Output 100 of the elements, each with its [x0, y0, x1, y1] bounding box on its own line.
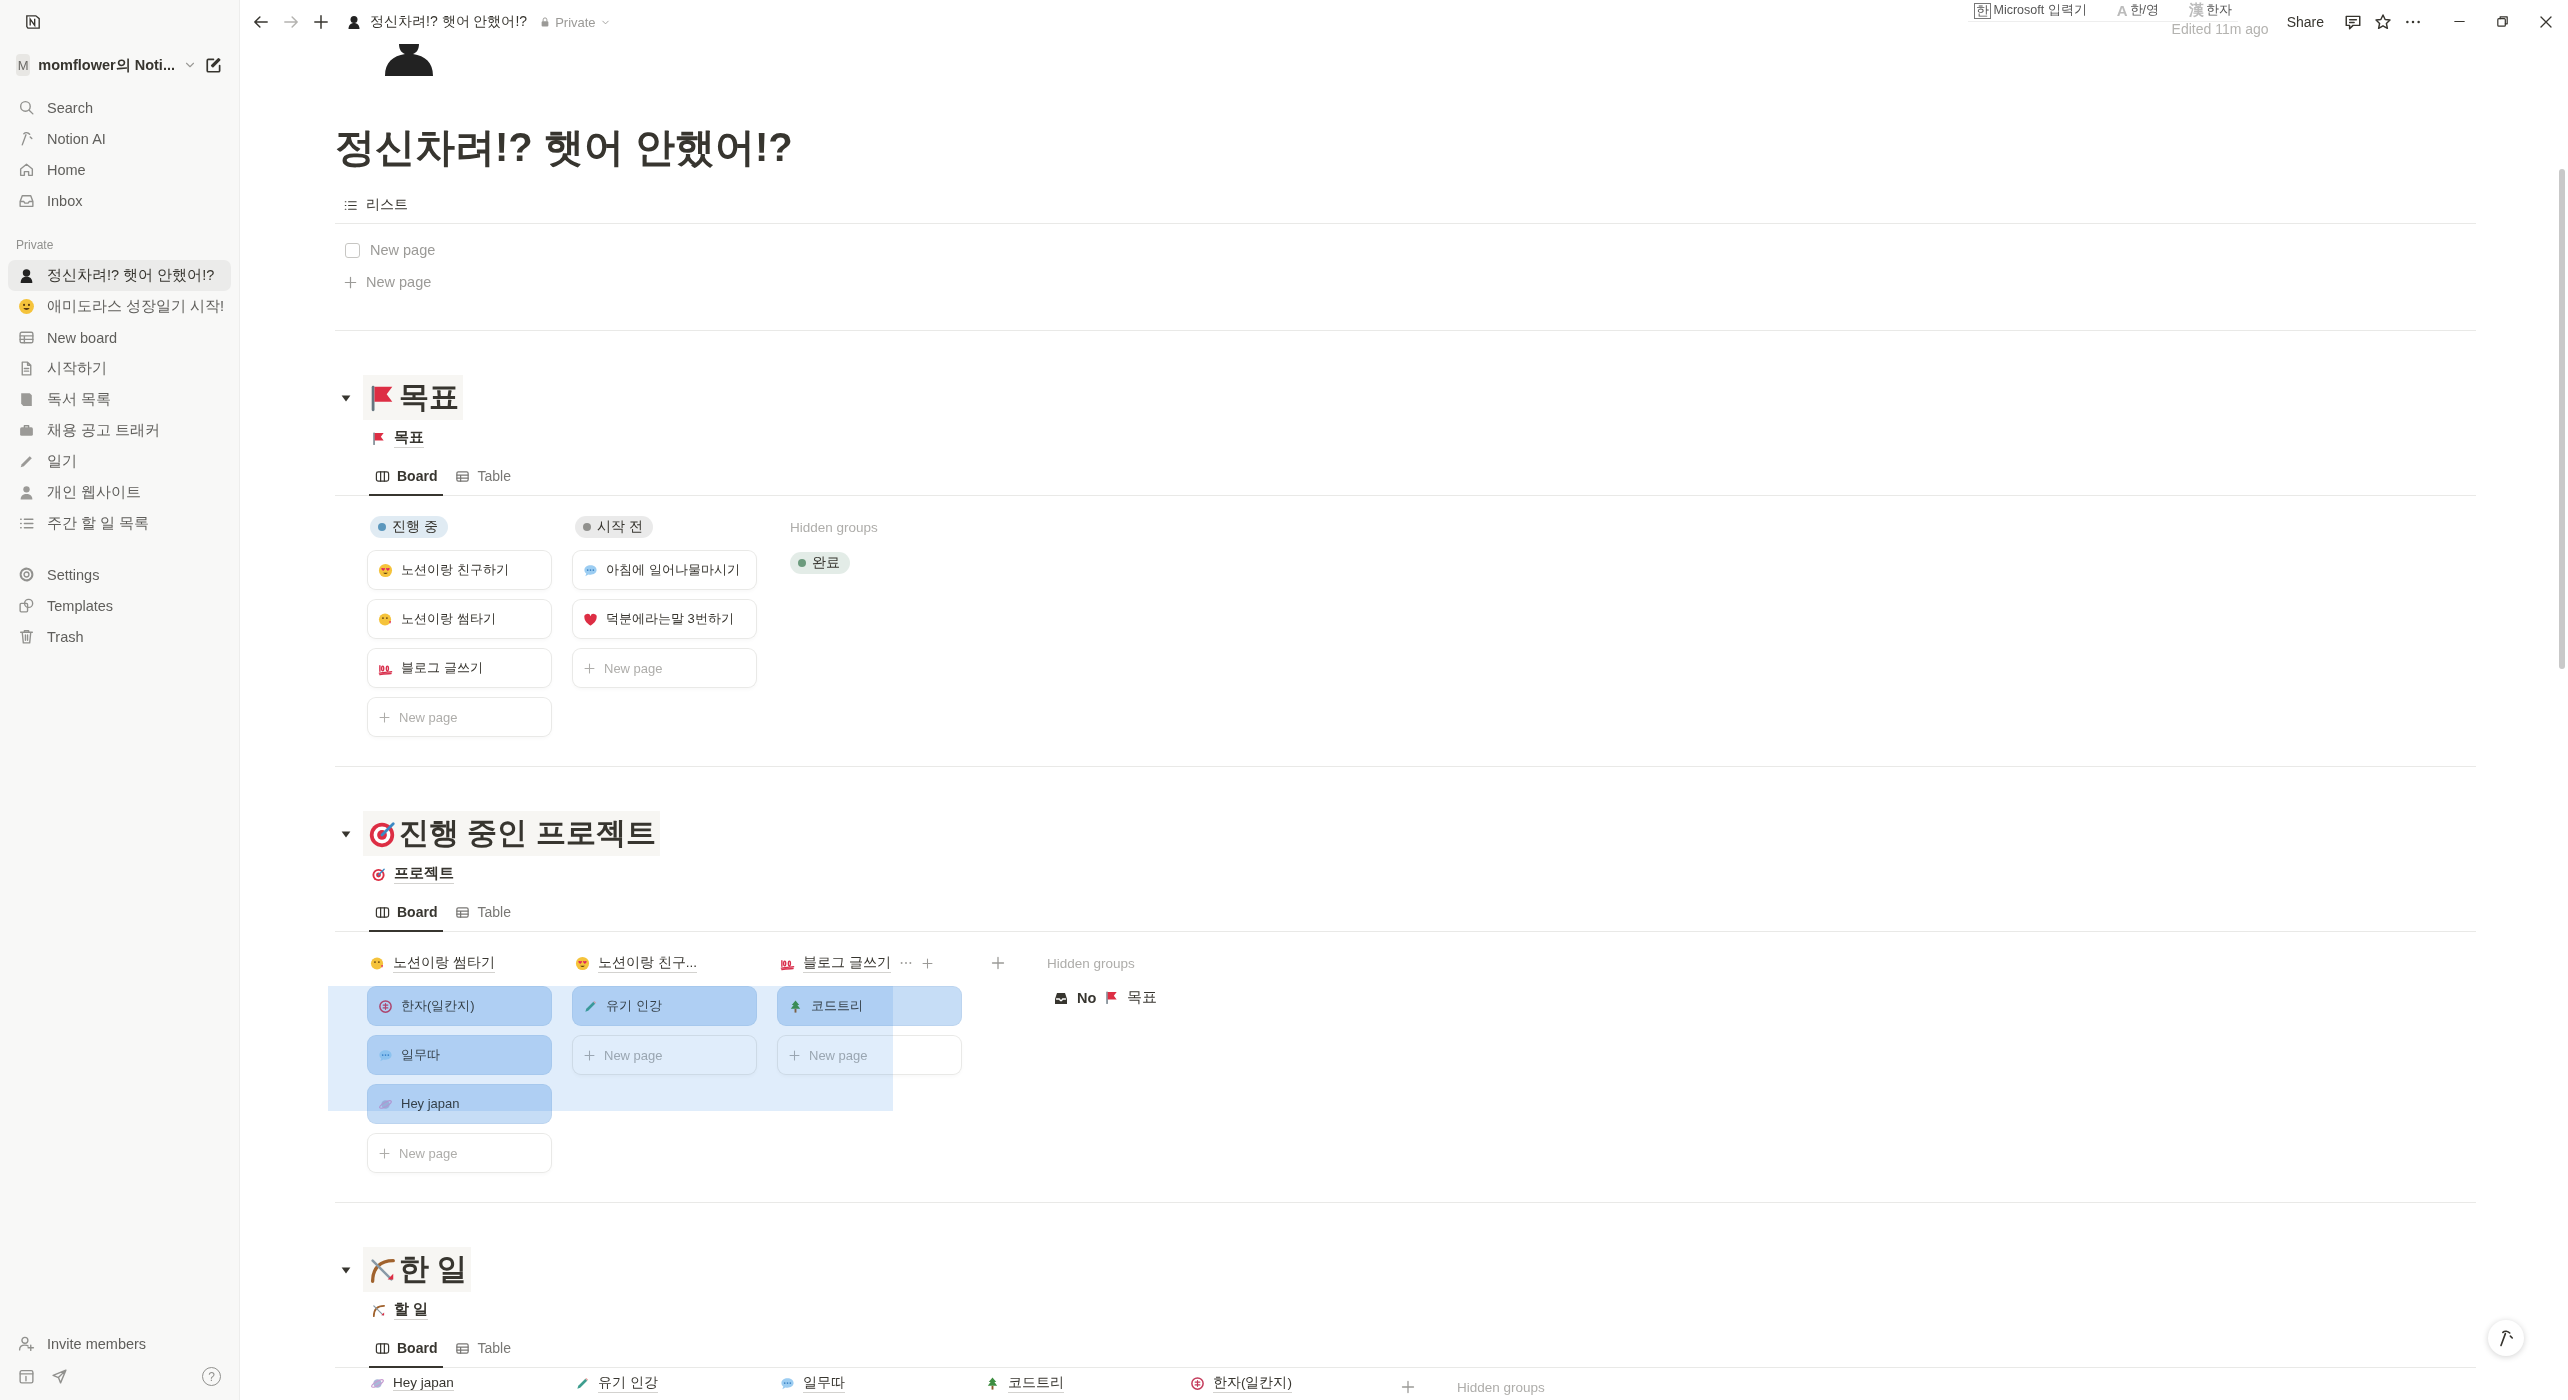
table-icon [455, 1340, 471, 1356]
send-icon[interactable] [51, 1368, 68, 1385]
sidebar-page[interactable]: 개인 웹사이트 [8, 477, 231, 508]
view-tab[interactable]: Board [369, 458, 444, 496]
plus-icon[interactable] [920, 956, 934, 970]
invite-members-button[interactable]: Invite members [8, 1328, 231, 1359]
breadcrumb[interactable]: 정신차려!? 햇어 안했어!? [370, 13, 528, 31]
sidebar-page[interactable]: 주간 할 일 목록 [8, 508, 231, 539]
restore-icon[interactable] [2495, 14, 2510, 29]
person-icon [18, 484, 35, 501]
sidebar-item[interactable]: Home [8, 154, 231, 185]
comment-icon[interactable] [2344, 13, 2362, 31]
target-icon [371, 866, 386, 882]
workspace-name[interactable]: momflower의 Noti... [38, 55, 175, 75]
group-title[interactable]: 유기 인강 [598, 1373, 658, 1393]
section-heading: 목표 [363, 375, 463, 420]
table-icon [18, 329, 35, 346]
board-card[interactable]: 아침에 일어나물마시기 [573, 551, 756, 589]
board-card[interactable]: 노션이랑 썸타기 [368, 600, 551, 638]
view-tab[interactable]: Table [449, 894, 517, 932]
board-card[interactable]: 덕분에라는말 3번하기 [573, 600, 756, 638]
ime-button[interactable]: 한 Microsoft 입력기 [1974, 1, 2087, 20]
compose-icon[interactable] [205, 56, 223, 74]
sidebar-page[interactable]: 시작하기 [8, 353, 231, 384]
view-tab[interactable]: Table [449, 458, 517, 496]
group-title[interactable]: 일무따 [803, 1373, 845, 1393]
workspace-avatar: M [16, 54, 31, 76]
database-title[interactable]: 목표 [394, 428, 424, 448]
sidebar-item[interactable]: Inbox [8, 185, 231, 216]
checkbox[interactable] [345, 242, 360, 258]
section-label: Private [15, 237, 55, 254]
book-icon [18, 391, 35, 408]
board-card[interactable]: 블로그 글쓰기 [368, 649, 551, 687]
group-title[interactable]: No [1077, 989, 1097, 1006]
ime-button[interactable]: A 한/영 [2116, 1, 2159, 20]
seal-icon [1190, 1375, 1205, 1391]
sidebar-page[interactable]: 독서 목록 [8, 384, 231, 415]
hidden-groups-label: Hidden groups [790, 518, 878, 537]
plus-icon [583, 1048, 596, 1062]
database-title[interactable]: 할 일 [394, 1300, 429, 1320]
calendar-icon[interactable] [18, 1368, 35, 1385]
plus-icon [583, 661, 596, 675]
board-card[interactable]: 노션이랑 친구하기 [368, 551, 551, 589]
sidebar-item[interactable]: Search [8, 92, 231, 123]
app-logo[interactable] [24, 13, 42, 31]
plus-icon [343, 274, 358, 290]
board-card[interactable]: 한자(일칸지) [368, 987, 551, 1025]
scrollbar-thumb[interactable] [2559, 169, 2565, 669]
status-tag[interactable]: 완료 [790, 552, 850, 574]
view-tab[interactable]: Table [449, 1330, 517, 1368]
briefcase-icon [18, 422, 35, 439]
speech-bubble-icon [780, 1375, 795, 1391]
pencil-icon [583, 998, 598, 1014]
group-title[interactable]: 노션이랑 썸타기 [393, 953, 495, 973]
group-title[interactable]: 노션이랑 친구... [598, 953, 697, 973]
view-tab[interactable]: Board [369, 1330, 444, 1368]
board-card[interactable]: 코드트리 [778, 987, 961, 1025]
sidebar-page[interactable]: 채용 공고 트래커 [8, 415, 231, 446]
hidden-groups-label: Hidden groups [1047, 954, 1135, 973]
sidebar-item[interactable]: Settings [8, 559, 231, 590]
close-icon[interactable] [2538, 14, 2554, 30]
sidebar-page[interactable]: New board [8, 322, 231, 353]
group-title[interactable]: Hey japan [393, 1375, 454, 1391]
board-card[interactable]: Hey japan [368, 1085, 551, 1123]
board-card[interactable]: 일무따 [368, 1036, 551, 1074]
share-button[interactable]: Share [2286, 14, 2324, 30]
group-title[interactable]: 한자(일칸지) [1213, 1373, 1292, 1393]
plus-icon [788, 1048, 801, 1062]
add-person-icon [18, 1335, 35, 1352]
tree-icon [788, 998, 803, 1014]
relation-title[interactable]: 목표 [1127, 988, 1158, 1007]
group-title[interactable]: 블로그 글쓰기 [803, 953, 891, 973]
speech-bubble-icon [583, 562, 598, 578]
edited-time: Edited 11m ago [2171, 21, 2269, 37]
star-icon[interactable] [2374, 13, 2392, 31]
view-tab[interactable]: Board [369, 894, 444, 932]
flag-icon [371, 430, 386, 446]
sidebar-item[interactable]: Templates [8, 590, 231, 621]
board-card[interactable]: 유기 인강 [573, 987, 756, 1025]
sidebar-page[interactable]: 일기 [8, 446, 231, 477]
plus-icon[interactable] [312, 13, 330, 31]
heart-eyes-icon [378, 562, 393, 578]
group-title[interactable]: 코드트리 [1008, 1373, 1064, 1393]
status-label: 진행 중 [392, 518, 438, 536]
ime-button[interactable]: 漢 한자 [2189, 1, 2232, 20]
sidebar-item[interactable]: Notion AI [8, 123, 231, 154]
back-arrow-icon[interactable] [252, 13, 270, 31]
ai-button[interactable] [2488, 1320, 2524, 1356]
view-tab[interactable]: 리스트 [343, 196, 408, 214]
seal-icon [378, 998, 393, 1014]
sidebar-item[interactable]: Trash [8, 621, 231, 652]
trash-icon [18, 628, 35, 645]
figure-icon [18, 267, 35, 284]
database-title[interactable]: 프로젝트 [394, 864, 454, 884]
speech-bubble-icon [378, 1047, 393, 1063]
sidebar-page[interactable]: 애미도라스 성장일기 시작! [8, 291, 231, 322]
section-heading: 진행 중인 프로젝트 [363, 811, 660, 856]
status-label: 완료 [812, 554, 840, 572]
heart-icon [583, 611, 598, 627]
sidebar-page[interactable]: 정신차려!? 햇어 안했어!? [8, 260, 231, 291]
